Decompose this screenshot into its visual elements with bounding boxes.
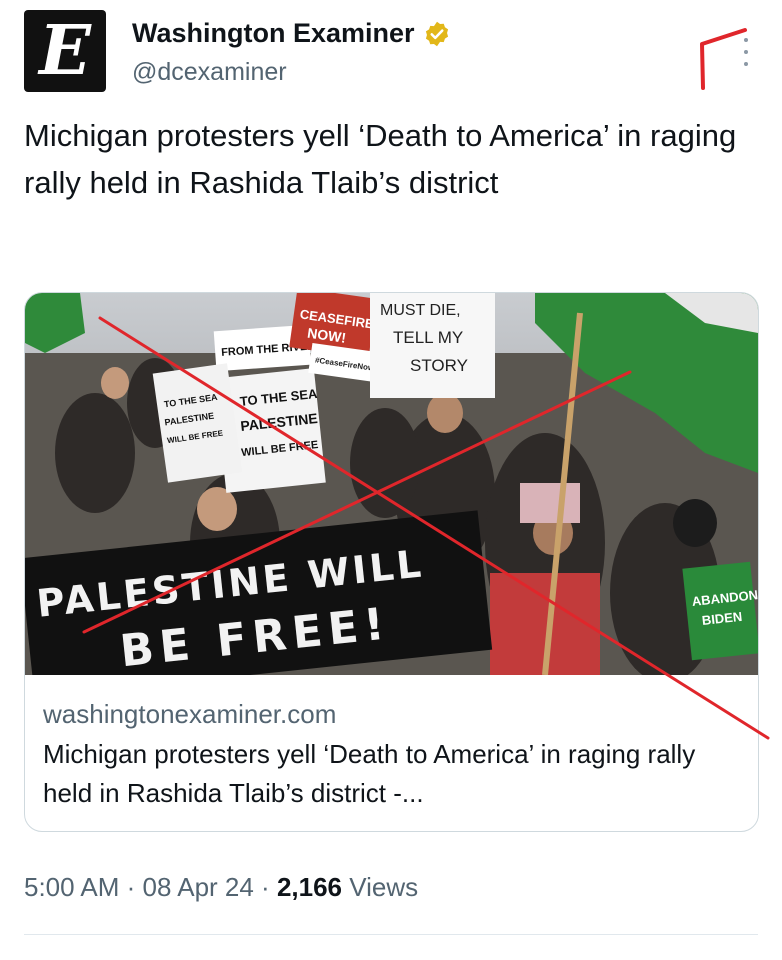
protest-photo: FROM THE RIVER TO THE SEA PALESTINE WILL… <box>25 293 758 675</box>
name-row: Washington Examiner <box>132 18 451 49</box>
svg-text:MUST DIE,: MUST DIE, <box>380 302 461 319</box>
tweet-date[interactable]: 08 Apr 24 <box>143 872 254 902</box>
avatar-logo: E <box>39 11 91 91</box>
meta-separator: · <box>253 872 277 902</box>
avatar[interactable]: E <box>24 10 106 92</box>
tweet-header: E Washington Examiner @dcexaminer <box>24 10 764 94</box>
divider <box>24 934 758 935</box>
svg-text:TELL MY: TELL MY <box>393 328 463 347</box>
meta-separator: · <box>119 872 143 902</box>
tweet-meta: 5:00 AM · 08 Apr 24 · 2,166 Views <box>24 872 418 903</box>
card-domain[interactable]: washingtonexaminer.com <box>43 699 336 730</box>
link-card[interactable]: FROM THE RIVER TO THE SEA PALESTINE WILL… <box>24 292 759 832</box>
views-count: 2,166 <box>276 872 343 902</box>
account-handle[interactable]: @dcexaminer <box>132 58 287 87</box>
svg-text:STORY: STORY <box>410 356 468 375</box>
tweet-time[interactable]: 5:00 AM <box>24 872 119 902</box>
tweet-text: Michigan protesters yell ‘Death to Ameri… <box>24 118 737 200</box>
more-options-icon[interactable] <box>734 32 758 72</box>
card-title[interactable]: Michigan protesters yell ‘Death to Ameri… <box>43 735 743 813</box>
views-label: Views <box>342 872 419 902</box>
verified-badge-icon <box>425 21 448 46</box>
account-name[interactable]: Washington Examiner <box>132 18 415 49</box>
